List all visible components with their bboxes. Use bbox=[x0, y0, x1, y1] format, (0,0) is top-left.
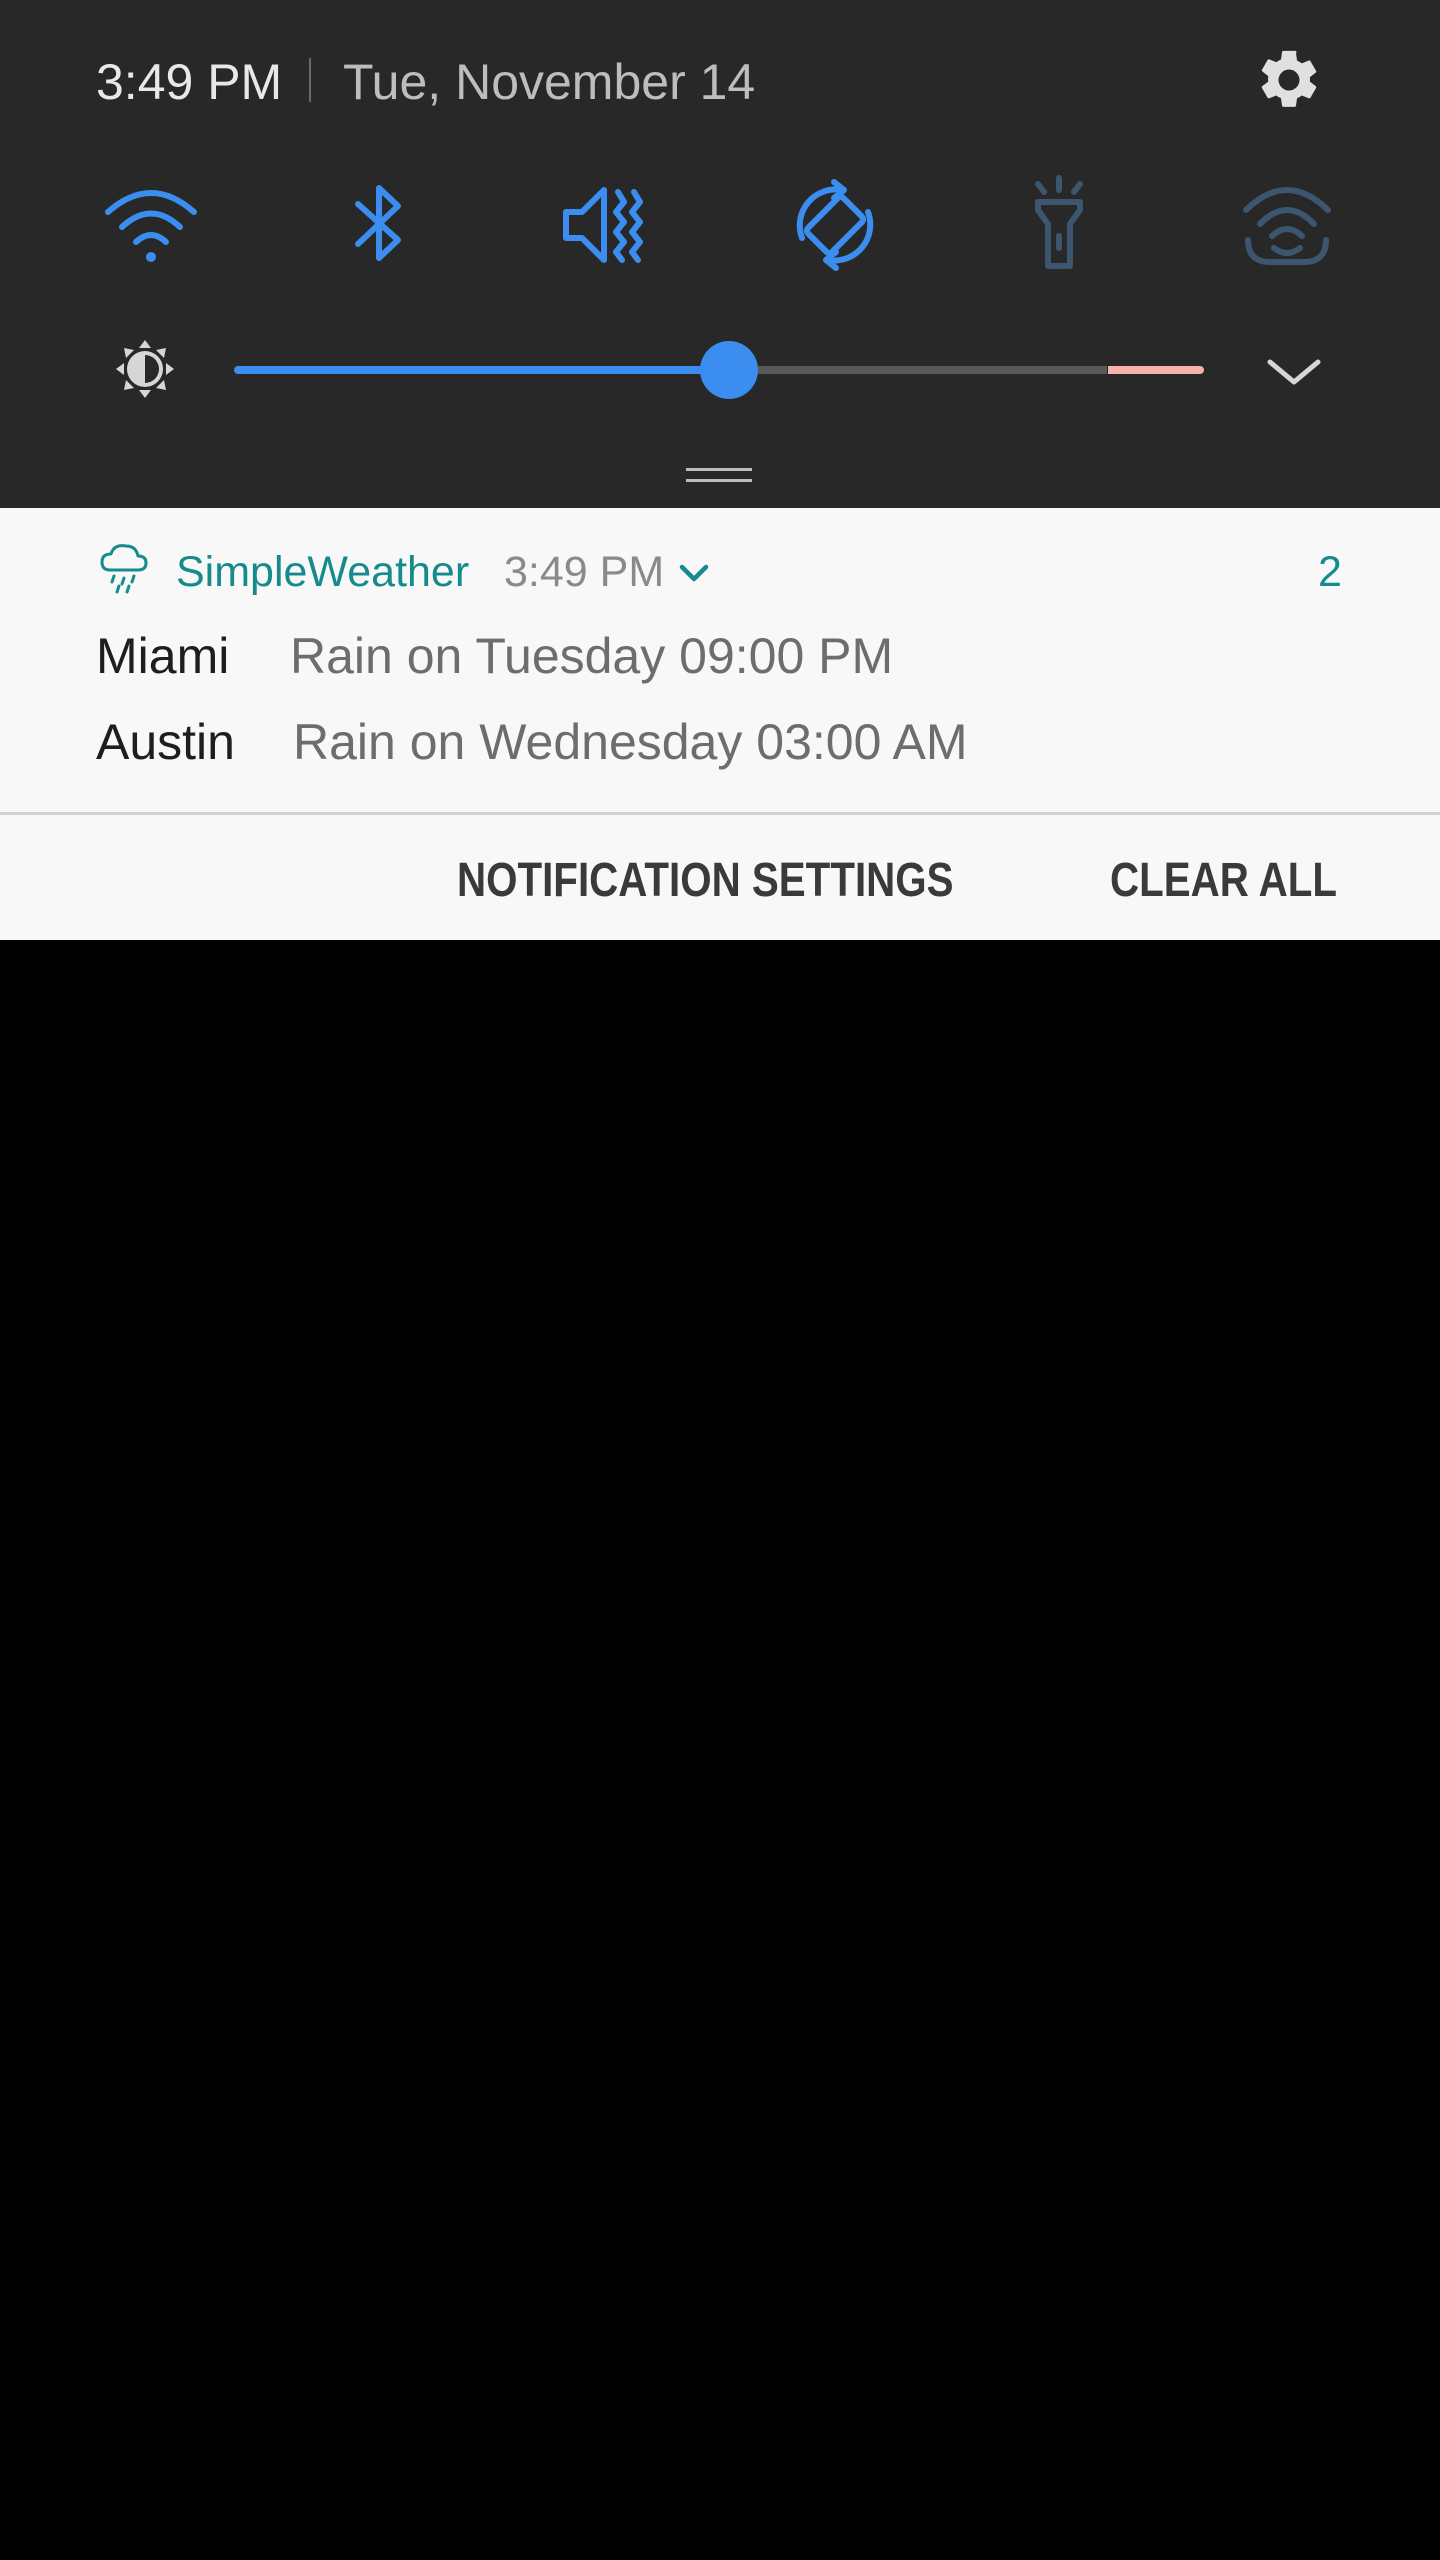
notification-city: Miami bbox=[96, 628, 230, 684]
brightness-slider[interactable] bbox=[234, 341, 1204, 399]
wifi-icon[interactable] bbox=[96, 170, 206, 280]
brightness-track bbox=[729, 366, 1107, 374]
mobile-hotspot-icon[interactable] bbox=[1232, 170, 1342, 280]
notification-city: Austin bbox=[96, 714, 235, 770]
bluetooth-icon[interactable] bbox=[324, 170, 434, 280]
flashlight-icon[interactable] bbox=[1004, 170, 1114, 280]
notification-settings-button[interactable]: NOTIFICATION SETTINGS bbox=[457, 853, 954, 909]
notification-count: 2 bbox=[1318, 548, 1342, 596]
notification-detail: Rain on Wednesday 03:00 AM bbox=[293, 714, 968, 770]
settings-gear-icon[interactable] bbox=[1254, 42, 1324, 118]
vibrate-icon[interactable] bbox=[552, 170, 662, 280]
brightness-icon bbox=[116, 340, 174, 398]
brightness-slider-thumb[interactable] bbox=[700, 341, 758, 399]
chevron-down-icon[interactable] bbox=[1262, 348, 1326, 396]
drag-handle[interactable] bbox=[686, 468, 752, 486]
time-date-divider bbox=[309, 58, 311, 102]
brightness-high-zone bbox=[1108, 366, 1204, 374]
brightness-fill bbox=[234, 366, 729, 374]
notification-app-name: SimpleWeather bbox=[176, 548, 470, 596]
quick-settings-panel: 3:49 PM Tue, November 14 bbox=[0, 0, 1440, 508]
auto-rotate-icon[interactable] bbox=[780, 170, 890, 280]
status-time: 3:49 PM bbox=[96, 54, 283, 110]
status-date: Tue, November 14 bbox=[343, 54, 756, 110]
notification-expand-chevron-icon[interactable] bbox=[676, 558, 712, 588]
notification-actions-bar: NOTIFICATION SETTINGS CLEAR ALL bbox=[0, 815, 1440, 940]
notification-detail: Rain on Tuesday 09:00 PM bbox=[290, 628, 894, 684]
weather-rain-icon bbox=[100, 544, 148, 594]
notification-time: 3:49 PM bbox=[504, 548, 665, 596]
clear-all-button[interactable]: CLEAR ALL bbox=[1110, 853, 1337, 909]
